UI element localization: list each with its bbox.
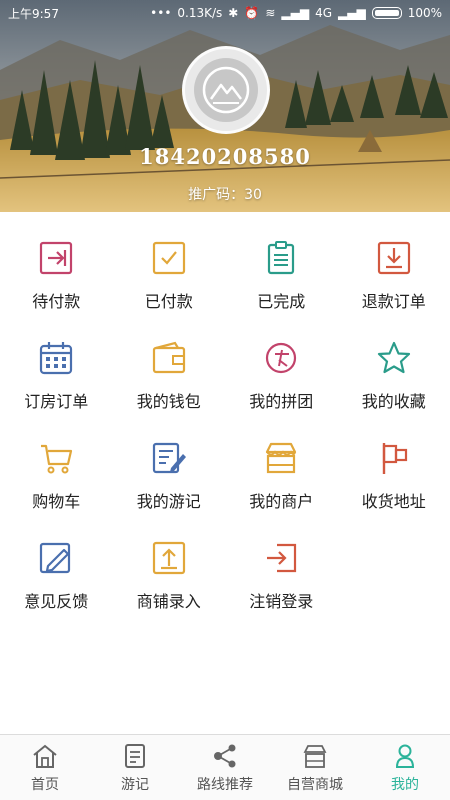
group-buy-icon xyxy=(261,338,301,378)
note-edit-icon xyxy=(149,438,189,478)
menu-item-refund-orders[interactable]: 退款订单 xyxy=(338,228,450,328)
menu-item-my-merchant[interactable]: 我的商户 xyxy=(225,428,338,528)
menu-label: 我的商户 xyxy=(249,492,314,511)
menu-label: 已付款 xyxy=(144,292,193,311)
menu-label: 我的拼团 xyxy=(249,392,314,411)
user-phone: 18420208580 xyxy=(139,144,311,169)
document-icon xyxy=(121,742,149,770)
battery-icon xyxy=(371,7,402,19)
tab-label: 自营商城 xyxy=(287,776,343,793)
store-icon xyxy=(301,742,329,770)
user-icon xyxy=(391,742,419,770)
menu-label: 商铺录入 xyxy=(136,592,201,611)
cart-icon xyxy=(36,438,76,478)
checkbox-icon xyxy=(149,238,189,278)
profile-screen: 上午9:57 ••• 0.13K/s ✱ ⏰ ≋ ▂▄▆ 4G ▂▄▆ 100% xyxy=(0,0,450,800)
clipboard-icon xyxy=(261,238,301,278)
menu-item-cart[interactable]: 购物车 xyxy=(0,428,113,528)
menu-label: 待付款 xyxy=(32,292,81,311)
menu-label: 意见反馈 xyxy=(24,592,89,611)
tab-mine[interactable]: 我的 xyxy=(360,735,450,800)
menu-item-wallet[interactable]: 我的钱包 xyxy=(113,328,226,428)
menu-item-room-orders[interactable]: 订房订单 xyxy=(0,328,113,428)
home-icon xyxy=(31,742,59,770)
menu-label: 注销登录 xyxy=(249,592,314,611)
menu-label: 我的收藏 xyxy=(361,392,426,411)
menu-item-logout[interactable]: 注销登录 xyxy=(225,528,338,628)
menu-item-favorites[interactable]: 我的收藏 xyxy=(338,328,450,428)
menu-label: 已完成 xyxy=(257,292,306,311)
menu-item-pending-payment[interactable]: 待付款 xyxy=(0,228,113,328)
menu-item-paid[interactable]: 已付款 xyxy=(113,228,226,328)
wifi-icon: ≋ xyxy=(265,6,276,20)
logout-icon xyxy=(261,538,301,578)
signal-icon-2: ▂▄▆ xyxy=(338,6,366,20)
star-icon xyxy=(374,338,414,378)
tab-home[interactable]: 首页 xyxy=(0,735,90,800)
bluetooth-icon: ✱ xyxy=(228,6,239,20)
menu-label: 收货地址 xyxy=(361,492,426,511)
bottom-tab-bar: 首页 游记 路线推荐 自营商城 我的 xyxy=(0,734,450,800)
menu-label: 我的游记 xyxy=(136,492,201,511)
status-time: 上午9:57 xyxy=(8,6,59,21)
tab-route-recommend[interactable]: 路线推荐 xyxy=(180,735,270,800)
menu-grid: 待付款 已付款 已完成 退款订单 订房订单 我的钱包 我的拼团 我的收藏 购物车… xyxy=(0,228,450,628)
upload-box-icon xyxy=(149,538,189,578)
menu-item-travel-notes[interactable]: 我的游记 xyxy=(113,428,226,528)
avatar-placeholder xyxy=(194,58,258,122)
tab-mall[interactable]: 自营商城 xyxy=(270,735,360,800)
tab-label: 路线推荐 xyxy=(197,776,253,793)
menu-item-group-buy[interactable]: 我的拼团 xyxy=(225,328,338,428)
tab-label: 游记 xyxy=(121,776,149,793)
menu-item-shipping-address[interactable]: 收货地址 xyxy=(338,428,450,528)
status-right: ••• 0.13K/s ✱ ⏰ ≋ ▂▄▆ 4G ▂▄▆ 100% xyxy=(150,6,442,20)
menu-label: 退款订单 xyxy=(361,292,426,311)
menu-item-completed[interactable]: 已完成 xyxy=(225,228,338,328)
download-box-icon xyxy=(374,238,414,278)
mountain-logo-icon xyxy=(202,66,250,114)
menu-item-shop-entry[interactable]: 商铺录入 xyxy=(113,528,226,628)
wallet-icon xyxy=(149,338,189,378)
pencil-box-icon xyxy=(36,538,76,578)
avatar[interactable] xyxy=(182,46,270,134)
promo-code: 推广码：30 xyxy=(188,187,262,203)
tab-label: 我的 xyxy=(391,776,419,793)
more-dots-icon: ••• xyxy=(150,6,172,20)
calendar-icon xyxy=(36,338,76,378)
profile-header: 上午9:57 ••• 0.13K/s ✱ ⏰ ≋ ▂▄▆ 4G ▂▄▆ 100% xyxy=(0,0,450,212)
signal-icon: ▂▄▆ xyxy=(281,6,310,20)
network-type: 4G xyxy=(315,6,332,20)
flag-icon xyxy=(374,438,414,478)
status-bar: 上午9:57 ••• 0.13K/s ✱ ⏰ ≋ ▂▄▆ 4G ▂▄▆ 100% xyxy=(0,0,450,26)
battery-level: 100% xyxy=(407,6,442,20)
menu-item-feedback[interactable]: 意见反馈 xyxy=(0,528,113,628)
menu-label: 我的钱包 xyxy=(136,392,201,411)
network-speed: 0.13K/s xyxy=(177,6,223,20)
alarm-icon: ⏰ xyxy=(244,6,260,20)
menu-label: 订房订单 xyxy=(24,392,89,411)
route-share-icon xyxy=(211,742,239,770)
menu-label: 购物车 xyxy=(32,492,81,511)
tab-travel-notes[interactable]: 游记 xyxy=(90,735,180,800)
tab-label: 首页 xyxy=(31,776,59,793)
arrow-into-box-icon xyxy=(36,238,76,278)
shop-icon xyxy=(261,438,301,478)
